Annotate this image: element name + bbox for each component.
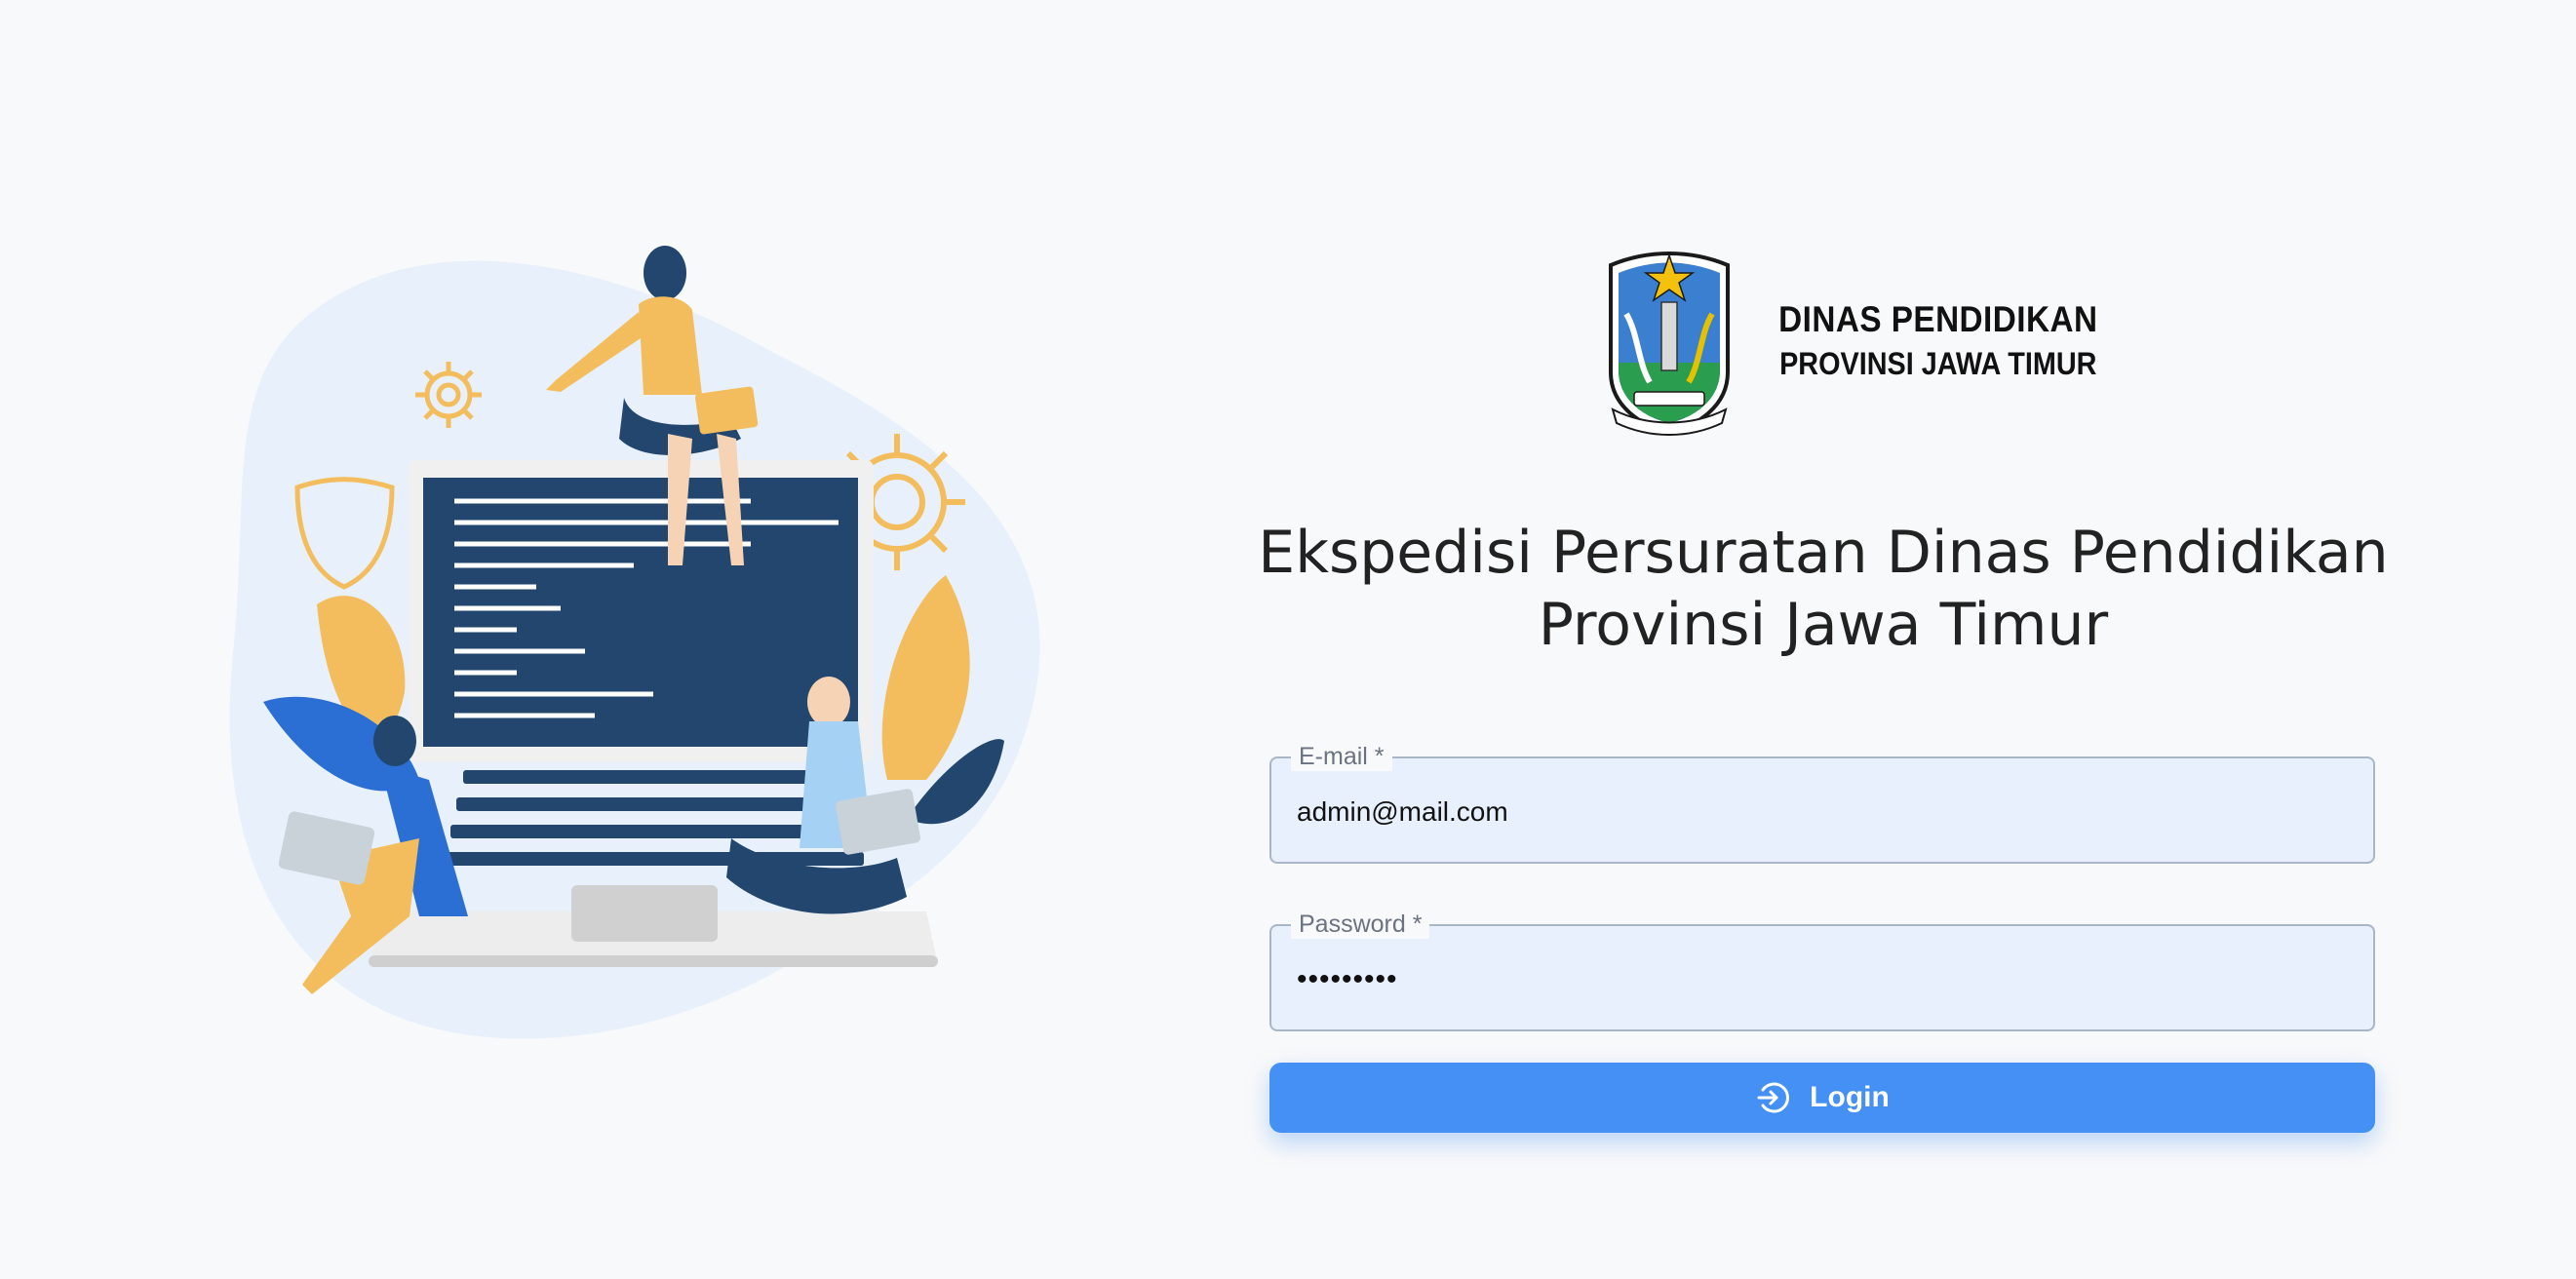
page-title-line2: Provinsi Jawa Timur (1538, 591, 2109, 659)
east-java-emblem-logo (1609, 252, 1730, 436)
brand-region: PROVINSI JAWA TIMUR (1779, 346, 2097, 381)
brand-header: DINAS PENDIDIKAN PROVINSI JAWA TIMUR (1599, 246, 2097, 436)
brand-name: DINAS PENDIDIKAN (1778, 299, 2098, 339)
login-icon (1755, 1080, 1790, 1115)
password-label: Password * (1291, 910, 1430, 939)
password-field: Password * (1269, 910, 2375, 1031)
email-input[interactable] (1297, 788, 2340, 836)
laptop-bottom-edge (369, 955, 938, 967)
email-label: E-mail * (1291, 742, 1392, 771)
email-field: E-mail * (1269, 742, 2375, 864)
login-button[interactable]: Login (1269, 1063, 2375, 1133)
hero-illustration (229, 246, 1040, 1039)
page-title-line1: Ekspedisi Persuratan Dinas Pendidikan (1258, 519, 2389, 587)
password-input[interactable] (1297, 955, 2340, 1004)
brand-text: DINAS PENDIDIKAN PROVINSI JAWA TIMUR (1761, 299, 2116, 382)
laptop-screen (423, 478, 858, 747)
page-title: Ekspedisi Persuratan Dinas Pendidikan Pr… (1258, 517, 2389, 661)
login-label: Login (1810, 1081, 1890, 1113)
laptop-touchpad (571, 885, 718, 942)
